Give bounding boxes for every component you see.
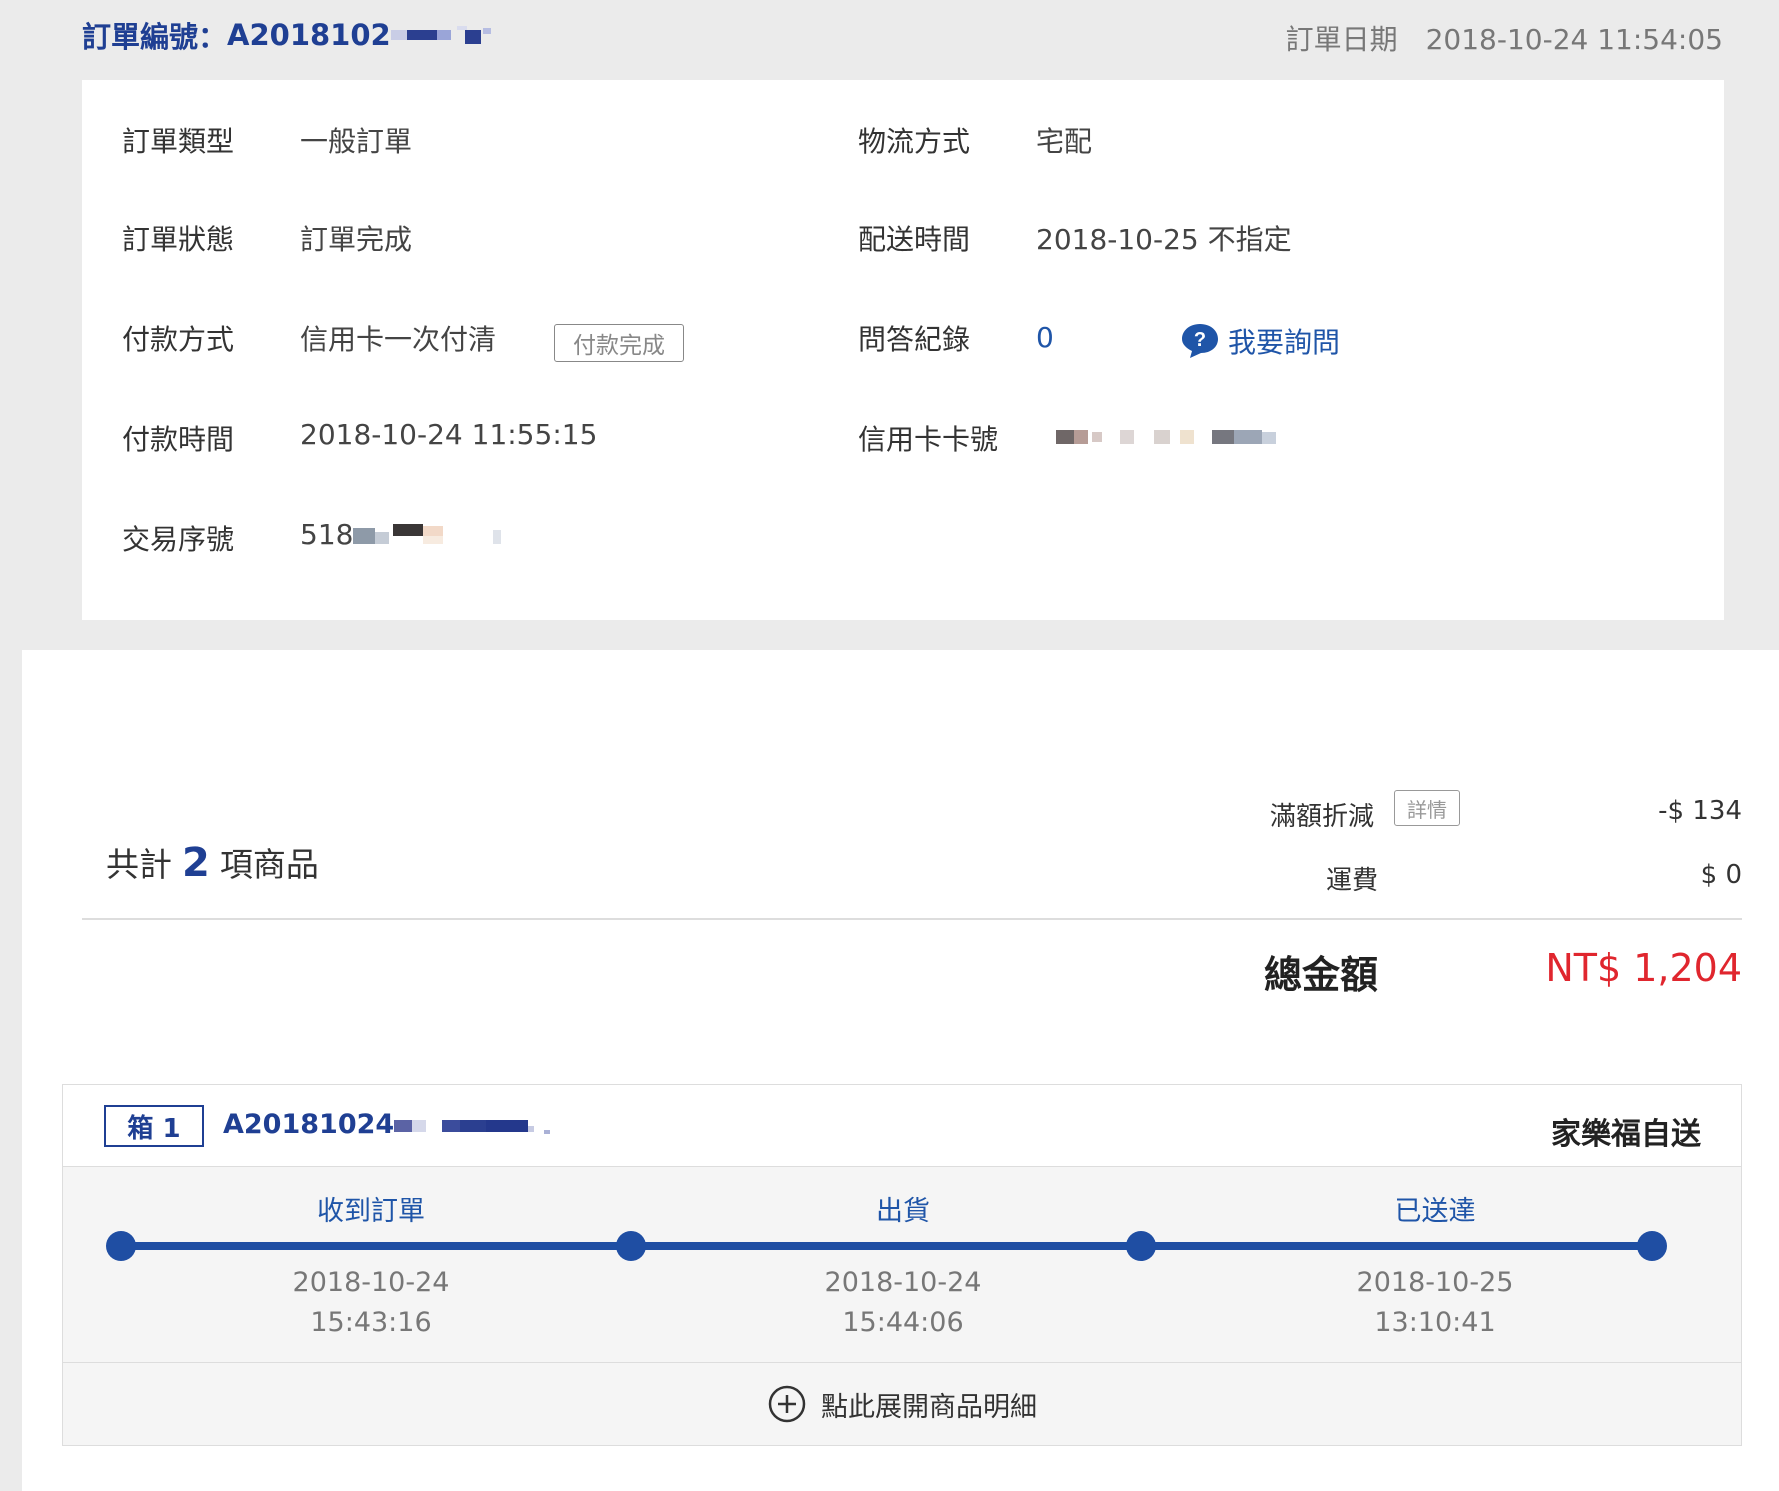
redacted-mosaic [353, 523, 502, 544]
order-date-label: 訂單日期 [1285, 23, 1398, 56]
transaction-no: 518 [300, 518, 513, 551]
step-time: 15:44:06 [842, 1307, 964, 1338]
timeline-dot [106, 1231, 136, 1261]
step-date: 2018-10-25 [1356, 1267, 1514, 1298]
delivery-time-label: 配送時間 [858, 223, 971, 256]
plus-circle-icon [768, 1385, 806, 1423]
total-amount: NT$ 1,204 [1545, 946, 1742, 990]
order-status-value: 訂單完成 [300, 223, 413, 256]
order-type-value: 一般訂單 [300, 125, 413, 158]
shipping-label: 運費 [1326, 866, 1379, 896]
delivery-time-value: 2018-10-25 不指定 [1036, 223, 1292, 256]
timeline-dot [1126, 1231, 1156, 1261]
payment-status-badge: 付款完成 [554, 324, 684, 362]
item-count-summary: 共計 2 項商品 [106, 838, 319, 886]
ask-question-link[interactable]: ? 我要詢問 [1180, 321, 1340, 361]
carrier-name: 家樂福自送 [1551, 1117, 1701, 1152]
card-number-redacted [1056, 430, 1276, 444]
svg-text:?: ? [1194, 329, 1206, 351]
payment-time-value: 2018-10-24 11:55:15 [300, 418, 598, 451]
qa-count-link[interactable]: 0 [1036, 321, 1054, 354]
box-tracking-number: A20181024 [223, 1109, 574, 1140]
timeline-track [121, 1242, 1653, 1250]
shipment-box-panel: 箱 1 A20181024 家樂福自送 收到訂單 2018-10-24 15:4… [62, 1084, 1742, 1446]
logistics-value: 宅配 [1036, 125, 1093, 158]
item-count: 2 [182, 840, 210, 886]
step-label-shipped: 出貨 [876, 1196, 930, 1227]
timeline-dot [616, 1231, 646, 1261]
question-bubble-icon: ? [1182, 324, 1218, 358]
box-number-tag: 箱 1 [104, 1105, 204, 1147]
payment-method-label: 付款方式 [122, 323, 235, 356]
payment-time-label: 付款時間 [122, 423, 235, 456]
transaction-no-label: 交易序號 [122, 523, 235, 556]
transaction-no-value: 518 [300, 518, 354, 551]
discount-label: 滿額折減 [1270, 802, 1375, 832]
order-number: 訂單編號： A2018102 [82, 14, 501, 56]
logistics-label: 物流方式 [858, 125, 971, 158]
step-time: 13:10:41 [1374, 1307, 1496, 1338]
timeline-dot [1637, 1231, 1667, 1261]
redacted-mosaic [394, 1119, 551, 1134]
order-date: 訂單日期 2018-10-24 11:54:05 [1286, 18, 1723, 58]
total-label: 總金額 [1264, 953, 1379, 997]
summary-divider [82, 918, 1742, 920]
discount-value: -$ 134 [1658, 796, 1742, 826]
step-datetime-shipped: 2018-10-24 15:44:06 [825, 1263, 982, 1343]
step-datetime-order-received: 2018-10-24 15:43:16 [293, 1263, 450, 1343]
shipping-value: $ 0 [1700, 860, 1742, 890]
shipment-tracking-timeline: 收到訂單 2018-10-24 15:43:16 出貨 2018-10-24 1… [63, 1167, 1741, 1363]
item-count-prefix: 共計 [106, 845, 172, 884]
qa-record-label: 問答紀錄 [858, 323, 971, 356]
left-gutter [0, 0, 22, 1491]
step-date: 2018-10-24 [824, 1267, 982, 1298]
redacted-mosaic [390, 26, 491, 44]
ask-question-label: 我要詢問 [1228, 326, 1341, 359]
order-type-label: 訂單類型 [122, 125, 235, 158]
step-datetime-delivered: 2018-10-25 13:10:41 [1357, 1263, 1514, 1343]
order-number-value: A2018102 [227, 18, 391, 52]
item-count-suffix: 項商品 [219, 845, 319, 884]
step-time: 15:43:16 [310, 1307, 432, 1338]
step-label-delivered: 已送達 [1394, 1196, 1476, 1227]
step-date: 2018-10-24 [292, 1267, 450, 1298]
order-details-card: 訂單類型 一般訂單 訂單狀態 訂單完成 付款方式 信用卡一次付清 付款完成 付款… [82, 80, 1724, 620]
box-tracking-number-value: A20181024 [223, 1109, 395, 1140]
step-label-order-received: 收到訂單 [317, 1196, 425, 1227]
order-number-label: 訂單編號： [82, 20, 228, 54]
order-info-section: 訂單編號： A2018102 訂單日期 2018-10-24 11:54:05 訂… [22, 0, 1779, 650]
discount-detail-button[interactable]: 詳情 [1394, 790, 1460, 826]
order-date-value: 2018-10-24 11:54:05 [1425, 23, 1723, 56]
order-status-label: 訂單狀態 [122, 223, 235, 256]
shipment-box-header: 箱 1 A20181024 家樂福自送 [63, 1085, 1741, 1167]
payment-method-value: 信用卡一次付清 [300, 323, 497, 356]
card-number-label: 信用卡卡號 [858, 423, 999, 456]
expand-item-details-button[interactable]: 點此展開商品明細 [63, 1363, 1741, 1445]
expand-item-details-label: 點此展開商品明細 [821, 1391, 1037, 1423]
